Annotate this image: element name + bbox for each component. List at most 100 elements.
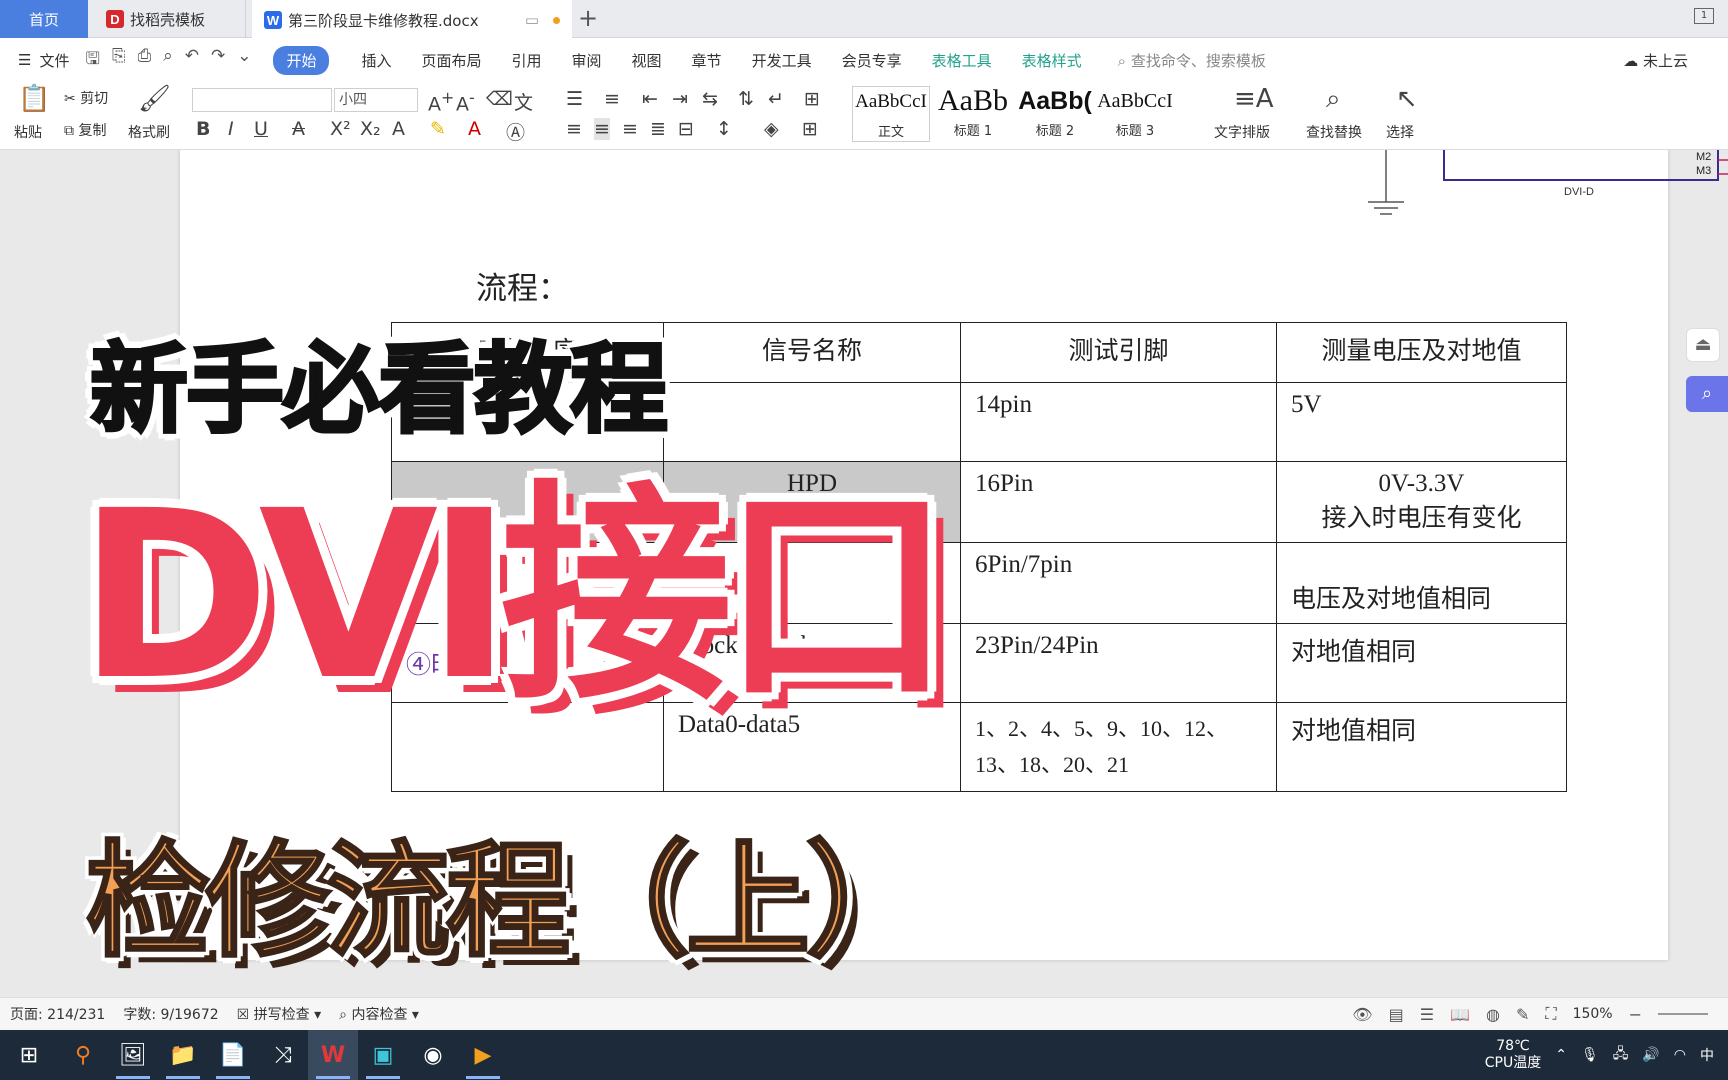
text-layout-icon[interactable]: ≡A: [1234, 84, 1274, 114]
line-spacing-icon[interactable]: ↕: [716, 118, 732, 140]
reading-view-icon[interactable]: 📖: [1450, 1005, 1470, 1024]
format-painter-button[interactable]: 格式刷: [128, 122, 170, 142]
shrink-font-icon[interactable]: A-: [456, 88, 475, 115]
text-effect-icon[interactable]: A: [392, 118, 405, 140]
window-layout-icon[interactable]: 1: [1694, 8, 1714, 24]
tab-home[interactable]: 首页: [0, 0, 88, 38]
print-preview-icon[interactable]: ⌕: [163, 46, 173, 75]
grow-font-icon[interactable]: A+: [428, 88, 454, 115]
align-center-icon[interactable]: ≡: [594, 118, 610, 140]
export-icon[interactable]: ⎘: [112, 46, 126, 75]
align-left-icon[interactable]: ≡: [566, 118, 582, 140]
redo-icon[interactable]: ↷: [211, 46, 225, 75]
ime-indicator[interactable]: 中: [1700, 1045, 1714, 1065]
save-icon[interactable]: 🖫: [85, 46, 99, 75]
copy-button[interactable]: ⧉ 复制: [64, 120, 106, 140]
sort-icon[interactable]: ⇅: [738, 88, 754, 110]
style-heading-3[interactable]: AaBbCcI 标题 3: [1096, 86, 1174, 142]
underline-icon[interactable]: U: [254, 118, 268, 140]
wps-app-icon[interactable]: W: [308, 1030, 358, 1080]
outline-view-icon[interactable]: ☰: [1420, 1005, 1434, 1024]
table-cell[interactable]: 电压及对地值相同: [1276, 542, 1567, 624]
text-layout-button[interactable]: 文字排版: [1214, 122, 1270, 142]
italic-icon[interactable]: I: [228, 118, 234, 140]
table-cell[interactable]: 6Pin/7pin: [960, 542, 1277, 624]
subscript-icon[interactable]: X₂: [360, 118, 381, 140]
table-cell[interactable]: 5V: [1276, 382, 1567, 462]
table-cell[interactable]: 14pin: [960, 382, 1277, 462]
page-view-icon[interactable]: ▤: [1389, 1005, 1404, 1024]
text-direction-icon[interactable]: ⇆: [702, 88, 718, 110]
web-view-icon[interactable]: ◍: [1486, 1005, 1500, 1024]
volume-icon[interactable]: 🔊: [1642, 1047, 1659, 1063]
increase-indent-icon[interactable]: ⇥: [672, 88, 688, 110]
collapse-panel-icon[interactable]: ⏏: [1686, 328, 1720, 362]
word-count[interactable]: 字数: 9/19672: [123, 1004, 218, 1024]
table-cell[interactable]: 16Pin: [960, 461, 1277, 543]
screen-icon[interactable]: ▭: [525, 11, 539, 29]
spell-check-button[interactable]: ☒ 拼写检查 ▾: [237, 1004, 322, 1024]
menu-insert[interactable]: 插入: [361, 50, 391, 71]
justify-icon[interactable]: ≣: [650, 118, 666, 140]
menu-table-style[interactable]: 表格样式: [1022, 50, 1082, 71]
write-mode-icon[interactable]: ✎: [1516, 1005, 1529, 1024]
distribute-icon[interactable]: ⊟: [678, 118, 694, 140]
table-cell[interactable]: 对地值相同: [1276, 623, 1567, 703]
print-icon[interactable]: ⎙: [138, 46, 152, 75]
table-cell[interactable]: 23Pin/24Pin: [960, 623, 1277, 703]
style-heading-1[interactable]: AaBb 标题 1: [934, 86, 1012, 142]
zoom-level[interactable]: 150%: [1573, 1006, 1613, 1022]
paint-app-icon[interactable]: 🖼: [108, 1030, 158, 1080]
align-right-icon[interactable]: ≡: [622, 118, 638, 140]
yellow-app-icon[interactable]: ▶: [458, 1030, 508, 1080]
borders-icon[interactable]: ⊞: [802, 118, 818, 140]
cloud-status[interactable]: ☁ 未上云: [1623, 50, 1688, 71]
show-marks-icon[interactable]: ↵: [768, 88, 784, 110]
strikethrough-icon[interactable]: A: [292, 118, 305, 140]
style-normal[interactable]: AaBbCcI 正文: [852, 86, 930, 142]
menu-table-tools[interactable]: 表格工具: [932, 50, 992, 71]
tray-chevron-icon[interactable]: ⌃: [1555, 1047, 1567, 1063]
select-button[interactable]: 选择: [1386, 122, 1414, 142]
tab-template-store[interactable]: D 找稻壳模板: [96, 0, 246, 38]
phonetic-icon[interactable]: 文: [514, 88, 533, 115]
menu-section[interactable]: 章节: [692, 50, 722, 71]
clear-format-icon[interactable]: ⌫: [486, 88, 513, 110]
shuffle-app-icon[interactable]: ⤨: [258, 1030, 308, 1080]
eye-protection-icon[interactable]: 👁: [1352, 1005, 1372, 1024]
new-tab-plus-icon[interactable]: +: [578, 4, 598, 32]
tab-document[interactable]: W 第三阶段显卡维修教程.docx ▭: [252, 0, 572, 38]
font-color-icon[interactable]: A: [468, 118, 481, 140]
menu-developer[interactable]: 开发工具: [752, 50, 812, 71]
cut-button[interactable]: ✂ 剪切: [64, 88, 108, 108]
table-cell[interactable]: [663, 382, 961, 462]
table-cell[interactable]: 0V-3.3V 接入时电压有变化: [1276, 461, 1567, 543]
fit-page-icon[interactable]: ⛶: [1545, 1004, 1556, 1024]
menu-review[interactable]: 审阅: [572, 50, 602, 71]
content-check-button[interactable]: ⌕ 内容检查 ▾: [339, 1004, 419, 1024]
obs-app-icon[interactable]: ◉: [408, 1030, 458, 1080]
font-size-select[interactable]: 小四: [334, 88, 418, 112]
cpu-temperature[interactable]: 78℃ CPU温度: [1485, 1038, 1541, 1072]
menu-member[interactable]: 会员专享: [842, 50, 902, 71]
char-border-icon[interactable]: Ⓐ: [506, 118, 525, 145]
menu-references[interactable]: 引用: [512, 50, 542, 71]
network-icon[interactable]: 🖧: [1613, 1043, 1629, 1067]
find-replace-button[interactable]: 查找替换: [1306, 122, 1362, 142]
undo-icon[interactable]: ↶: [185, 46, 199, 75]
bold-icon[interactable]: B: [196, 118, 210, 140]
microphone-icon[interactable]: 🎙: [1581, 1047, 1599, 1063]
font-family-select[interactable]: [192, 88, 332, 112]
search-app-icon[interactable]: ⚲: [58, 1030, 108, 1080]
paste-button[interactable]: 粘贴: [14, 122, 42, 142]
shading-icon[interactable]: ◈: [764, 118, 779, 140]
table-cell[interactable]: 1、2、4、5、9、10、12、13、18、20、21: [960, 702, 1277, 792]
page-indicator[interactable]: 页面: 214/231: [10, 1004, 105, 1024]
menu-page-layout[interactable]: 页面布局: [421, 50, 481, 71]
windows-start-icon[interactable]: ⊞: [0, 1030, 58, 1080]
superscript-icon[interactable]: X²: [330, 118, 351, 140]
document-assistant-icon[interactable]: ⌕: [1686, 376, 1728, 412]
zoom-slider[interactable]: [1658, 1013, 1708, 1015]
style-heading-2[interactable]: AaBb( 标题 2: [1016, 86, 1094, 142]
command-search[interactable]: ⌕ 查找命令、搜索模板: [1118, 50, 1266, 71]
